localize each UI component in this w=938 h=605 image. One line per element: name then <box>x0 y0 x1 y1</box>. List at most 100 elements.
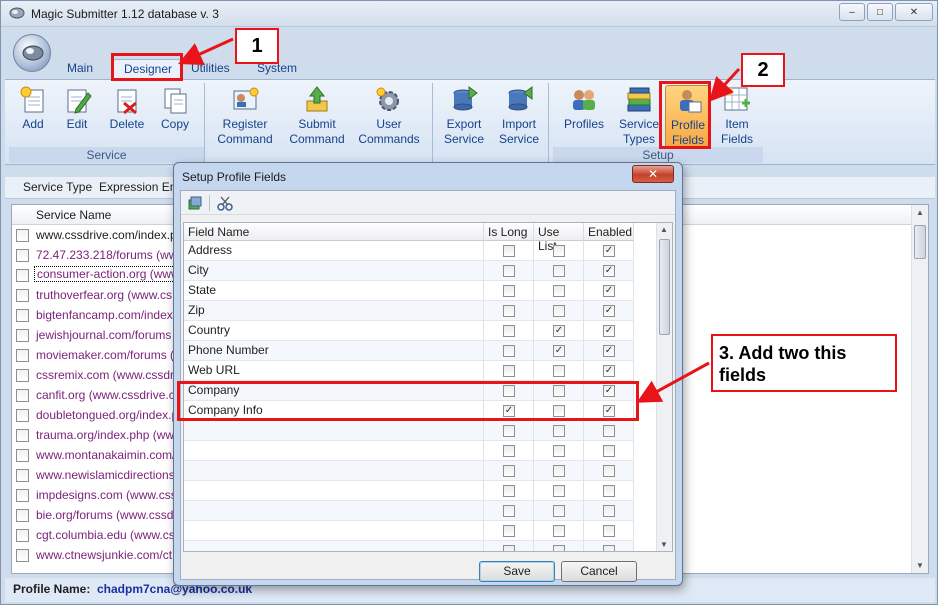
field-name-cell[interactable]: Country <box>184 321 484 341</box>
list-item[interactable]: www.montanakaimin.com/i <box>12 445 182 465</box>
table-row[interactable] <box>184 441 657 461</box>
is-long-checkbox[interactable] <box>503 285 515 297</box>
use-list-checkbox[interactable] <box>553 305 565 317</box>
use-list-checkbox[interactable] <box>553 545 565 551</box>
list-item[interactable]: impdesigns.com (www.css <box>12 485 182 505</box>
enabled-checkbox[interactable] <box>603 425 615 437</box>
row-checkbox[interactable] <box>16 529 29 542</box>
list-item[interactable]: bigtenfancamp.com/index. <box>12 305 182 325</box>
enabled-checkbox[interactable]: ✓ <box>603 285 615 297</box>
list-item[interactable]: 72.47.233.218/forums (ww <box>12 245 182 265</box>
is-long-checkbox[interactable] <box>503 325 515 337</box>
field-name-column-header[interactable]: Field Name <box>184 223 484 241</box>
edit-button[interactable]: Edit <box>59 85 95 132</box>
field-name-cell[interactable]: Phone Number <box>184 341 484 361</box>
enabled-checkbox[interactable]: ✓ <box>603 245 615 257</box>
enabled-checkbox[interactable] <box>603 445 615 457</box>
enabled-checkbox[interactable]: ✓ <box>603 325 615 337</box>
table-row[interactable]: City ✓ <box>184 261 657 281</box>
use-list-checkbox[interactable] <box>553 285 565 297</box>
row-checkbox[interactable] <box>16 489 29 502</box>
is-long-checkbox[interactable] <box>503 265 515 277</box>
field-name-cell[interactable]: City <box>184 261 484 281</box>
use-list-checkbox[interactable] <box>553 505 565 517</box>
use-list-checkbox[interactable] <box>553 365 565 377</box>
import-service-button[interactable]: Import Service <box>493 85 545 147</box>
use-list-checkbox[interactable] <box>553 425 565 437</box>
is-long-checkbox[interactable] <box>503 465 515 477</box>
row-checkbox[interactable] <box>16 269 29 282</box>
add-field-icon[interactable] <box>187 195 203 211</box>
dialog-close-button[interactable]: ✕ <box>632 165 674 183</box>
cancel-button[interactable]: Cancel <box>561 561 637 582</box>
service-name-column-header[interactable]: Service Name <box>36 208 111 222</box>
list-item[interactable]: www.cssdrive.com/index.p <box>12 225 182 245</box>
list-item[interactable]: cgt.columbia.edu (www.cs <box>12 525 182 545</box>
submit-command-button[interactable]: Submit Command <box>285 85 349 147</box>
list-item[interactable]: canfit.org (www.cssdrive.c <box>12 385 182 405</box>
list-item[interactable]: doubletongued.org/index.p <box>12 405 182 425</box>
is-long-column-header[interactable]: Is Long <box>484 223 534 241</box>
grid-scroll-down-icon[interactable]: ▼ <box>660 540 668 549</box>
table-row[interactable]: State ✓ <box>184 281 657 301</box>
is-long-checkbox[interactable] <box>503 305 515 317</box>
service-list-scrollbar[interactable]: ▲ ▼ <box>911 205 928 573</box>
is-long-checkbox[interactable] <box>503 245 515 257</box>
list-item[interactable]: cssremix.com (www.cssdri <box>12 365 182 385</box>
application-menu-button[interactable] <box>13 34 51 72</box>
enabled-checkbox[interactable]: ✓ <box>603 345 615 357</box>
row-checkbox[interactable] <box>16 409 29 422</box>
grid-scroll-thumb[interactable] <box>659 239 670 335</box>
row-checkbox[interactable] <box>16 469 29 482</box>
enabled-checkbox[interactable] <box>603 465 615 477</box>
table-row[interactable]: Web URL ✓ <box>184 361 657 381</box>
field-name-cell[interactable]: Web URL <box>184 361 484 381</box>
use-list-checkbox[interactable] <box>553 445 565 457</box>
is-long-checkbox[interactable] <box>503 525 515 537</box>
enabled-checkbox[interactable] <box>603 485 615 497</box>
table-row[interactable] <box>184 501 657 521</box>
use-list-checkbox[interactable] <box>553 265 565 277</box>
scroll-up-icon[interactable]: ▲ <box>916 208 924 217</box>
list-item[interactable]: www.ctnewsjunkie.com/ct <box>12 545 182 565</box>
use-list-checkbox[interactable]: ✓ <box>553 345 565 357</box>
export-service-button[interactable]: Export Service <box>439 85 489 147</box>
fields-grid-scrollbar[interactable]: ▲ ▼ <box>656 223 672 551</box>
tab-main[interactable]: Main <box>57 59 107 79</box>
is-long-checkbox[interactable] <box>503 485 515 497</box>
field-name-cell[interactable]: Address <box>184 241 484 261</box>
field-name-cell[interactable] <box>184 441 484 461</box>
enabled-checkbox[interactable] <box>603 525 615 537</box>
field-name-cell[interactable] <box>184 521 484 541</box>
row-checkbox[interactable] <box>16 349 29 362</box>
table-row[interactable] <box>184 541 657 551</box>
list-item[interactable]: truthoverfear.org (www.cs <box>12 285 182 305</box>
field-name-cell[interactable] <box>184 461 484 481</box>
maximize-button[interactable]: □ <box>867 3 893 21</box>
is-long-checkbox[interactable] <box>503 425 515 437</box>
save-button[interactable]: Save <box>479 561 555 582</box>
enabled-checkbox[interactable]: ✓ <box>603 365 615 377</box>
register-command-button[interactable]: Register Command <box>213 85 277 147</box>
copy-button[interactable]: Copy <box>155 85 195 132</box>
use-list-checkbox[interactable]: ✓ <box>553 325 565 337</box>
add-button[interactable]: Add <box>15 85 51 132</box>
field-name-cell[interactable]: Zip <box>184 301 484 321</box>
list-item[interactable]: bie.org/forums (www.cssdr <box>12 505 182 525</box>
enabled-checkbox[interactable]: ✓ <box>603 265 615 277</box>
use-list-checkbox[interactable] <box>553 245 565 257</box>
row-checkbox[interactable] <box>16 449 29 462</box>
list-item[interactable]: consumer-action.org (www <box>12 265 183 285</box>
row-checkbox[interactable] <box>16 309 29 322</box>
user-commands-button[interactable]: User Commands <box>355 85 423 147</box>
field-name-cell[interactable]: State <box>184 281 484 301</box>
list-item[interactable]: jewishjournal.com/forums ( <box>12 325 182 345</box>
grid-scroll-up-icon[interactable]: ▲ <box>660 225 668 234</box>
use-list-checkbox[interactable] <box>553 525 565 537</box>
close-button[interactable]: ✕ <box>895 3 933 21</box>
item-fields-button[interactable]: Item Fields <box>715 85 759 147</box>
table-row[interactable] <box>184 421 657 441</box>
row-checkbox[interactable] <box>16 509 29 522</box>
table-row[interactable]: Address ✓ <box>184 241 657 261</box>
row-checkbox[interactable] <box>16 429 29 442</box>
